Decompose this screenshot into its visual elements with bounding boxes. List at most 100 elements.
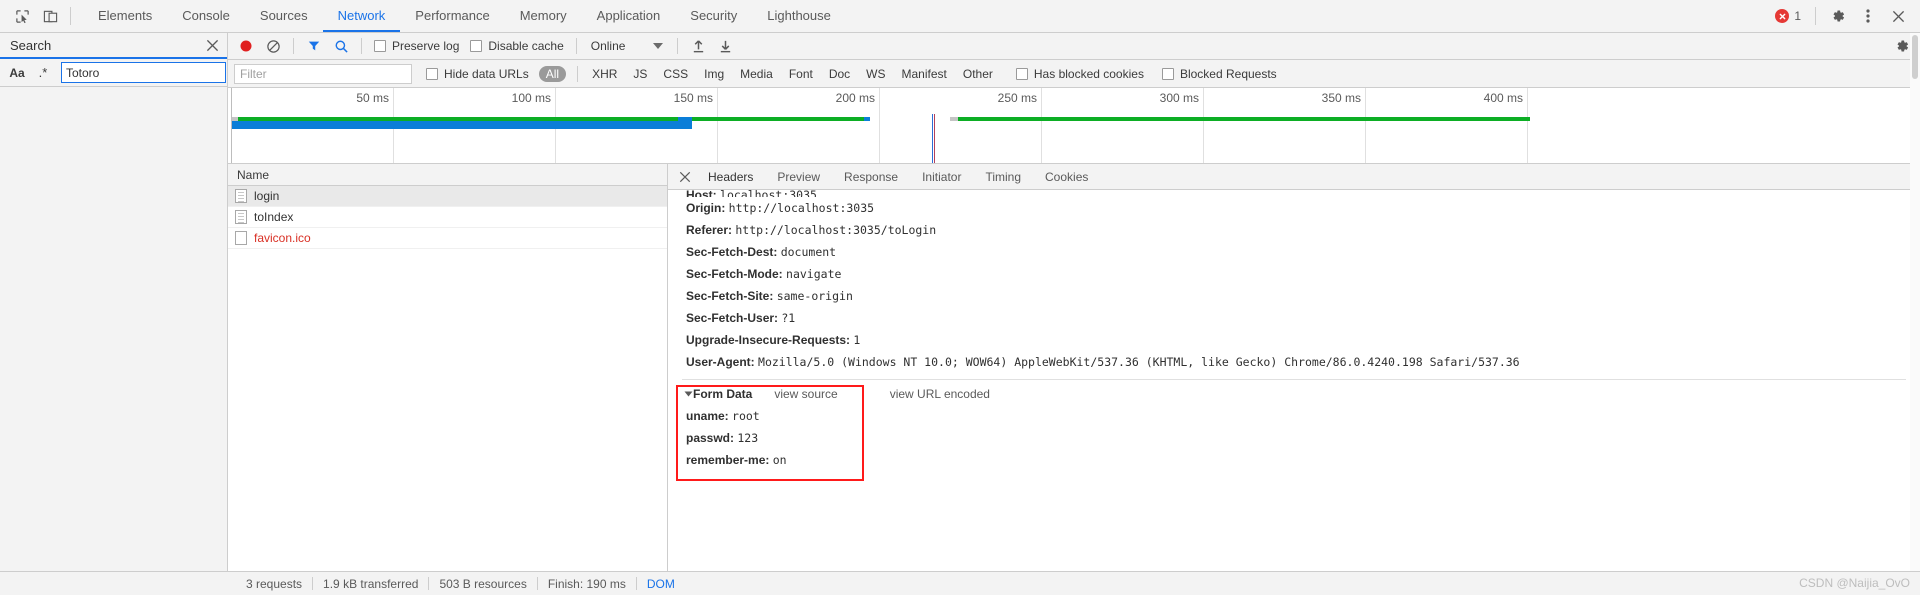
search-input[interactable] <box>61 62 226 83</box>
request-name: favicon.ico <box>254 231 311 245</box>
header-value: navigate <box>786 267 842 281</box>
preserve-log-checkbox[interactable]: Preserve log <box>370 39 463 53</box>
header-row-host: Host: localhost:3035 <box>682 190 1906 197</box>
topbar-divider <box>70 7 71 25</box>
import-har-icon[interactable] <box>686 35 710 57</box>
waterfall-bar-favicon-stall <box>950 117 958 121</box>
type-filter-all[interactable]: All <box>538 65 567 82</box>
header-row-user-agent: User-Agent: Mozilla/5.0 (Windows NT 10.0… <box>682 351 1906 373</box>
tab-network[interactable]: Network <box>322 0 401 32</box>
type-filter-xhr[interactable]: XHR <box>585 66 624 82</box>
overview-tick-400: 400 ms <box>1366 88 1528 163</box>
detail-scrollbar[interactable] <box>1910 33 1920 571</box>
clear-requests-button[interactable] <box>261 35 285 57</box>
status-resources: 503 B resources <box>439 576 527 591</box>
header-value: same-origin <box>776 289 853 303</box>
tab-performance[interactable]: Performance <box>400 0 504 32</box>
search-toggle-icon[interactable] <box>329 35 353 57</box>
tab-memory[interactable]: Memory <box>505 0 582 32</box>
type-filter-doc[interactable]: Doc <box>822 66 857 82</box>
blank-document-icon <box>235 231 247 245</box>
tab-memory-label: Memory <box>519 7 567 23</box>
device-toolbar-icon[interactable] <box>36 2 64 30</box>
error-icon <box>1775 9 1790 23</box>
has-blocked-cookies-label: Has blocked cookies <box>1033 66 1144 81</box>
record-button[interactable] <box>234 35 258 57</box>
tab-lighthouse[interactable]: Lighthouse <box>752 0 846 32</box>
tab-console[interactable]: Console <box>167 0 245 32</box>
tab-elements-label: Elements <box>98 7 153 23</box>
match-case-toggle[interactable]: Aa <box>6 63 28 83</box>
tab-security-label: Security <box>690 7 738 23</box>
more-options-kebab-icon[interactable] <box>1854 2 1882 30</box>
form-data-value: on <box>772 453 787 467</box>
tab-network-label: Network <box>337 7 386 23</box>
disable-cache-checkbox[interactable]: Disable cache <box>466 39 567 53</box>
filter-toggle-icon[interactable] <box>302 35 326 57</box>
detail-tab-cookies[interactable]: Cookies <box>1033 164 1100 190</box>
disable-cache-label: Disable cache <box>488 39 564 53</box>
type-filter-media[interactable]: Media <box>733 66 780 82</box>
export-har-icon[interactable] <box>713 35 737 57</box>
close-detail-icon[interactable] <box>674 171 696 183</box>
requests-pane: Name login toIndex favicon.ico <box>228 164 668 571</box>
regex-toggle[interactable]: .* <box>32 63 54 83</box>
overview-tick-350: 350 ms <box>1204 88 1366 163</box>
network-overview-timeline[interactable]: 50 ms 100 ms 150 ms 200 ms 250 ms 300 ms… <box>228 88 1920 164</box>
form-data-row-uname: uname: root <box>682 405 1906 427</box>
header-row-sec-fetch-dest: Sec-Fetch-Dest: document <box>682 241 1906 263</box>
request-name: login <box>254 189 280 203</box>
type-filter-other[interactable]: Other <box>956 66 1000 82</box>
error-count-badge[interactable]: 1 <box>1769 9 1807 23</box>
view-source-link[interactable]: view source <box>774 383 837 405</box>
type-filter-css[interactable]: CSS <box>656 66 695 82</box>
detail-tab-headers[interactable]: Headers <box>696 164 765 190</box>
waterfall-bar-toindex-blue <box>864 117 870 121</box>
header-key: Sec-Fetch-Mode: <box>686 267 783 281</box>
type-filter-img[interactable]: Img <box>697 66 731 82</box>
type-filter-manifest[interactable]: Manifest <box>895 66 954 82</box>
close-search-drawer-icon[interactable] <box>206 39 219 52</box>
network-filter-bar: Hide data URLs All XHR JS CSS Img Media … <box>228 60 1920 88</box>
inspect-element-icon[interactable] <box>8 2 36 30</box>
request-row-toindex[interactable]: toIndex <box>228 207 667 228</box>
panel-tabs: Elements Console Sources Network Perform… <box>83 0 846 32</box>
hide-data-urls-checkbox[interactable]: Hide data URLs <box>422 67 533 81</box>
detail-tab-initiator[interactable]: Initiator <box>910 164 973 190</box>
scrollbar-thumb[interactable] <box>1912 35 1918 79</box>
type-filter-ws[interactable]: WS <box>859 66 892 82</box>
header-value: Mozilla/5.0 (Windows NT 10.0; WOW64) App… <box>758 355 1520 369</box>
filter-input[interactable] <box>234 63 412 84</box>
settings-gear-icon[interactable] <box>1824 2 1852 30</box>
request-row-login[interactable]: login <box>228 186 667 207</box>
detail-tab-response-label: Response <box>844 169 899 184</box>
detail-tab-initiator-label: Initiator <box>922 169 962 184</box>
blocked-requests-checkbox[interactable]: Blocked Requests <box>1158 67 1281 81</box>
header-key: User-Agent: <box>686 355 755 369</box>
request-row-favicon[interactable]: favicon.ico <box>228 228 667 249</box>
blocked-requests-label: Blocked Requests <box>1179 66 1277 81</box>
tab-performance-label: Performance <box>415 7 490 23</box>
tab-elements[interactable]: Elements <box>83 0 167 32</box>
type-filter-font[interactable]: Font <box>782 66 820 82</box>
view-url-encoded-link[interactable]: view URL encoded <box>890 383 990 405</box>
tab-sources[interactable]: Sources <box>245 0 323 32</box>
requests-column-header[interactable]: Name <box>228 164 667 186</box>
preserve-log-box <box>374 40 386 52</box>
form-data-header[interactable]: Form Data view source view URL encoded <box>682 383 1906 405</box>
headers-panel[interactable]: Host: localhost:3035 Origin: http://loca… <box>668 190 1920 571</box>
throttling-select[interactable]: Online <box>585 39 670 53</box>
detail-tab-response[interactable]: Response <box>832 164 910 190</box>
detail-tab-preview[interactable]: Preview <box>765 164 832 190</box>
close-devtools-icon[interactable] <box>1884 2 1912 30</box>
detail-tab-timing[interactable]: Timing <box>973 164 1033 190</box>
form-data-row-remember-me: remember-me: on <box>682 449 1906 471</box>
search-drawer: Search Aa .* <box>0 33 266 571</box>
search-results-list <box>0 87 227 571</box>
type-filter-js[interactable]: JS <box>626 66 654 82</box>
overview-canvas[interactable]: 50 ms 100 ms 150 ms 200 ms 250 ms 300 ms… <box>232 88 1920 163</box>
header-row-sec-fetch-site: Sec-Fetch-Site: same-origin <box>682 285 1906 307</box>
has-blocked-cookies-checkbox[interactable]: Has blocked cookies <box>1012 67 1148 81</box>
tab-security[interactable]: Security <box>675 0 752 32</box>
tab-application[interactable]: Application <box>582 0 676 32</box>
